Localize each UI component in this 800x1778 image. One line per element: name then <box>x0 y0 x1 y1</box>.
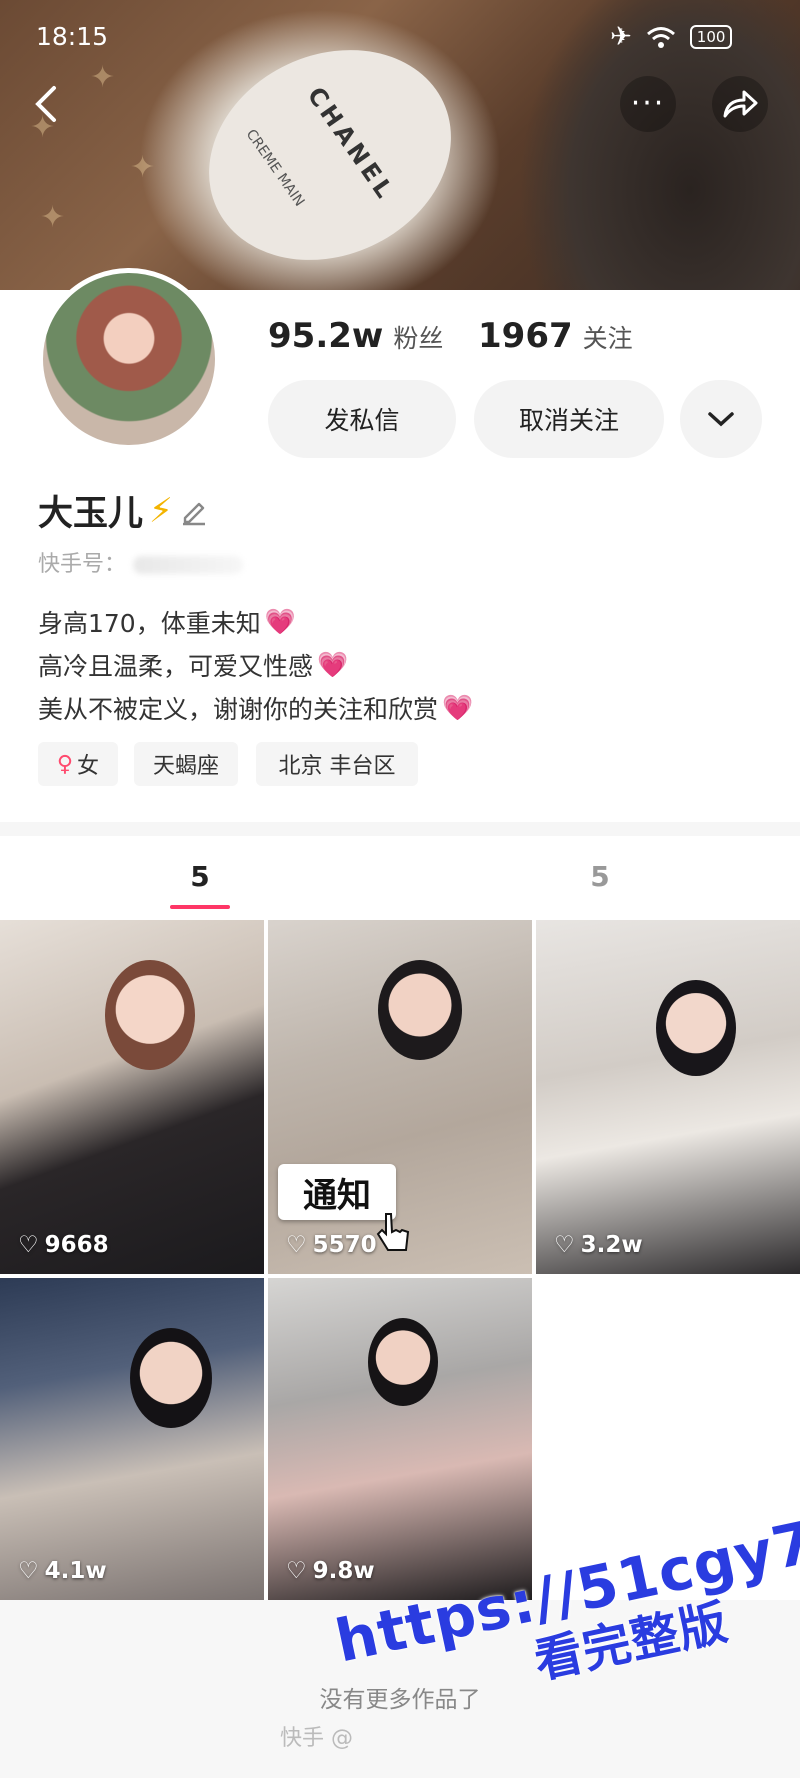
tag-gender: ♀ 女 <box>38 742 118 786</box>
wifi-icon <box>646 27 675 48</box>
followers-count: 95.2w <box>268 316 384 356</box>
heart-outline-icon: ♡ <box>18 1232 39 1258</box>
tag-zodiac: 天蝎座 <box>134 742 238 786</box>
airplane-icon: ✈ <box>610 22 632 52</box>
hand-cursor-icon <box>376 1213 410 1251</box>
video-likes-4: ♡ 4.1w <box>18 1558 107 1584</box>
followers-stat[interactable]: 95.2w 粉丝 <box>268 316 443 356</box>
more-dots-icon: ··· <box>630 86 666 121</box>
battery-icon: 100 <box>689 25 733 49</box>
female-icon: ♀ <box>56 751 74 777</box>
tag-gender-text: 女 <box>77 754 100 779</box>
back-button[interactable] <box>18 76 74 132</box>
video-likes-3-count: 3.2w <box>580 1232 643 1258</box>
send-message-button[interactable]: 发私信 <box>268 380 456 458</box>
status-time: 18:15 <box>36 22 109 51</box>
avatar[interactable] <box>38 268 220 450</box>
share-icon <box>723 90 758 118</box>
bio-line-2-text: 高冷且温柔，可爱又性感 <box>38 652 314 681</box>
lightning-icon: ⚡ <box>149 490 173 531</box>
account-id[interactable]: 快手号： <box>38 546 244 578</box>
video-likes-4-count: 4.1w <box>44 1558 107 1584</box>
video-likes-1-count: 9668 <box>44 1232 109 1258</box>
account-id-label: 快手号： <box>38 552 127 577</box>
following-stat[interactable]: 1967 关注 <box>478 316 633 356</box>
chevron-left-icon <box>35 86 56 122</box>
bio-line-1: 身高170，体重未知 💗 <box>38 604 296 640</box>
pink-heart-icon: 💗 <box>317 650 349 679</box>
video-likes-2-count: 5570 <box>312 1232 377 1258</box>
heart-outline-icon: ♡ <box>286 1232 307 1258</box>
pink-heart-icon: 💗 <box>442 693 474 722</box>
tab-works-count: 5 <box>190 860 210 893</box>
share-button[interactable] <box>712 76 768 132</box>
tab-likes-count: 5 <box>590 860 610 893</box>
profile-name: 大玉儿 <box>38 494 144 534</box>
video-thumbnail-2[interactable]: 通知 ♡ 5570 <box>268 920 532 1274</box>
edit-pencil-icon[interactable] <box>179 496 209 526</box>
battery-level: 100 <box>696 28 726 46</box>
pink-heart-icon: 💗 <box>264 607 296 636</box>
video-thumbnail-1[interactable]: ♡ 9668 <box>0 920 264 1274</box>
video-likes-3: ♡ 3.2w <box>554 1232 643 1258</box>
following-label: 关注 <box>582 324 633 353</box>
tag-location: 北京 丰台区 <box>256 742 418 786</box>
account-id-blurred <box>133 556 244 574</box>
more-button[interactable]: ··· <box>620 76 676 132</box>
section-divider <box>0 822 800 836</box>
status-icons: ✈ 100 <box>610 22 733 52</box>
chevron-down-icon <box>708 412 734 427</box>
bio-line-1-text: 身高170，体重未知 <box>38 609 261 638</box>
video-likes-2: ♡ 5570 <box>286 1232 377 1258</box>
tab-works[interactable]: 5 <box>0 860 400 893</box>
kuaishou-credit: 快手 @ <box>280 1726 353 1751</box>
video-likes-5-count: 9.8w <box>312 1558 375 1584</box>
following-count: 1967 <box>478 316 573 356</box>
video-thumbnail-4[interactable]: ♡ 4.1w <box>0 1278 264 1600</box>
bio-line-2: 高冷且温柔，可爱又性感 💗 <box>38 647 348 683</box>
heart-outline-icon: ♡ <box>286 1558 307 1584</box>
expand-dropdown-button[interactable] <box>680 380 762 458</box>
heart-outline-icon: ♡ <box>18 1558 39 1584</box>
heart-outline-icon: ♡ <box>554 1232 575 1258</box>
tab-active-indicator <box>170 905 230 909</box>
tab-likes[interactable]: 5 <box>400 860 800 893</box>
bio-line-3-text: 美从不被定义，谢谢你的关注和欣赏 <box>38 695 439 724</box>
video-likes-5: ♡ 9.8w <box>286 1558 375 1584</box>
video-likes-1: ♡ 9668 <box>18 1232 109 1258</box>
bio-line-3: 美从不被定义，谢谢你的关注和欣赏 💗 <box>38 690 473 726</box>
followers-label: 粉丝 <box>393 324 444 353</box>
profile-name-row: 大玉儿 ⚡ <box>38 485 209 536</box>
unfollow-button[interactable]: 取消关注 <box>474 380 664 458</box>
video-thumbnail-5[interactable]: ♡ 9.8w <box>268 1278 532 1600</box>
video-thumbnail-3[interactable]: ♡ 3.2w <box>536 920 800 1274</box>
